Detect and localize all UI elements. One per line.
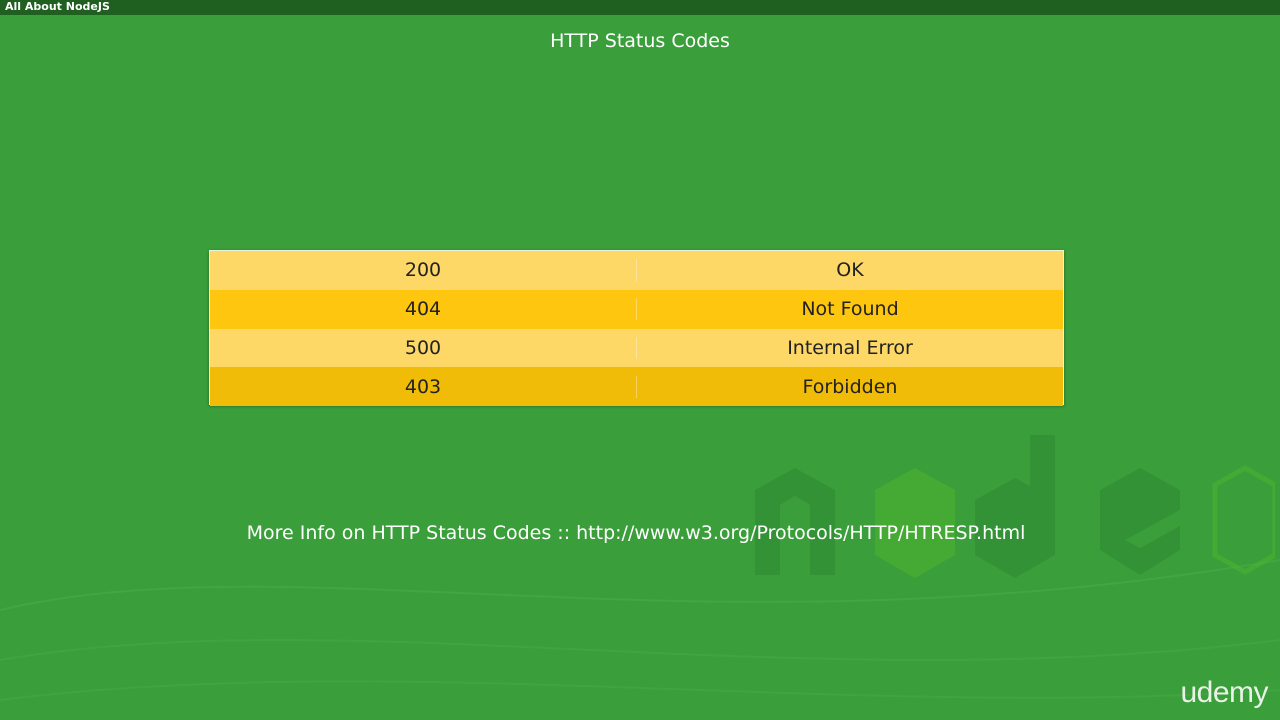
more-info-text: More Info on HTTP Status Codes :: http:/…: [246, 522, 1026, 544]
table-row: 404 Not Found: [210, 289, 1063, 329]
table-row: 500 Internal Error: [210, 328, 1063, 368]
nodejs-logo-watermark: [755, 435, 1275, 578]
table-row: 200 OK: [210, 251, 1063, 290]
status-text-cell: Internal Error: [787, 336, 913, 359]
status-codes-table: 200 OK 404 Not Found 500 Internal Error …: [209, 250, 1064, 406]
udemy-logo: udemy: [1180, 676, 1268, 709]
status-text-cell: OK: [836, 259, 864, 282]
status-code-cell: 403: [210, 375, 637, 398]
status-code-cell: 404: [210, 298, 637, 321]
status-text-cell: Not Found: [801, 298, 899, 321]
status-code-cell: 500: [210, 336, 637, 359]
table-row: 403 Forbidden: [210, 367, 1063, 406]
status-code-cell: 200: [210, 259, 637, 282]
status-text-cell: Forbidden: [802, 375, 898, 398]
window-title: All About NodeJS: [0, 0, 1280, 15]
slide-title: HTTP Status Codes: [550, 30, 730, 52]
